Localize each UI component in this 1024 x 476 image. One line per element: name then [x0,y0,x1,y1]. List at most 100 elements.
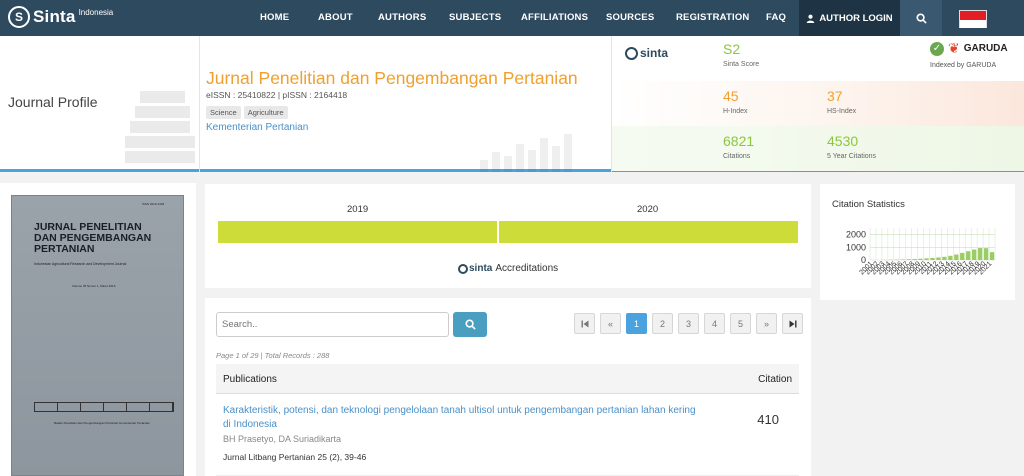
brand-country: Indonesia [78,7,114,17]
author-login-button[interactable]: AUTHOR LOGIN [799,0,900,36]
page-button-3[interactable]: 3 [678,313,699,334]
publication-venue: Jurnal Litbang Pertanian 25 (2), 39-46 [223,452,367,462]
page-button-4[interactable]: 4 [704,313,725,334]
user-icon [807,14,815,23]
accreditation-label: sinta Accreditations [458,263,558,274]
chart-bar[interactable] [930,257,935,260]
first-page-icon [581,320,588,327]
citation-column-header: Citation [758,374,792,385]
chart-y-tick-label: 1000 [846,242,866,252]
publication-authors: BH Prasetyo, DA Suriadikarta [223,434,342,444]
chart-bar[interactable] [906,259,911,260]
stats-row-score: sinta S2 Sinta Score ✓ ❦ GARUDA Indexed … [612,36,1024,81]
journal-profile-label: Journal Profile [8,94,98,110]
chart-bar[interactable] [942,256,947,260]
citations-value: 6821 [723,133,755,149]
cover-footer: Badan Penelitian dan Pengembangan Pertan… [54,421,150,425]
h-index-label: H-Index [723,108,748,115]
citation-chart: 0100020002001200220032004200520062007200… [846,228,996,276]
citation-statistics-card: Citation Statistics 0 1000 2000 2001 2002 200… [820,184,1015,300]
nav-authors[interactable]: AUTHORS [378,0,426,36]
cover-info-box [34,402,174,412]
background-chart-decoration [480,132,610,172]
nav-search-button[interactable] [900,0,942,36]
publications-table-header: Publications Citation [216,364,799,394]
accreditation-card: 2019 2020 sinta Accreditations [205,184,811,288]
accreditation-bar-2019 [218,221,497,243]
sinta-brand[interactable]: S Sinta Indonesia [8,6,113,28]
chart-bar[interactable] [918,258,923,260]
check-icon: ✓ [930,41,944,56]
last-page-button[interactable] [782,313,803,334]
prev-page-button[interactable]: « [600,313,621,334]
cover-issue: Volume 35 Nomor 1, Maret 2016 [72,284,116,288]
nav-faq[interactable]: FAQ [766,0,786,36]
sinta-score-label: Sinta Score [723,61,760,68]
publication-citation-count: 410 [757,412,779,427]
indonesia-flag-icon[interactable] [959,10,987,28]
chart-bar[interactable] [900,259,905,260]
sinta-score-value: S2 [723,41,741,57]
cover-top-text: ISSN 0216-4418 [142,202,165,206]
tag-science[interactable]: Science [206,106,241,119]
journal-stats: sinta S2 Sinta Score ✓ ❦ GARUDA Indexed … [612,36,1024,172]
chart-bar[interactable] [983,248,989,260]
publication-search-input[interactable] [216,312,449,337]
sinta-logo-icon: S [8,6,30,28]
search-icon [464,319,476,330]
cover-subtitle: Indonesian Agricultural Research and Dev… [34,262,127,266]
stats-row-index: 45 H-Index 37 HS-Index [612,81,1024,126]
header-divider [199,36,200,172]
sinta-small-logo: sinta [625,46,668,60]
accreditation-bar-2020 [499,221,798,243]
nav-registration[interactable]: REGISTRATION [676,0,749,36]
garuda-badge[interactable]: ✓ ❦ GARUDA [930,40,1008,57]
journal-publisher[interactable]: Kementerian Pertanian [206,122,308,133]
journal-cover-image: ISSN 0216-4418 JURNAL PENELITIAN DAN PEN… [11,195,184,476]
stats-row-citations: 6821 Citations 4530 5 Year Citations [612,126,1024,171]
chart-bar[interactable] [954,254,959,260]
nav-affiliations[interactable]: AFFILIATIONS [521,0,588,36]
tag-agriculture[interactable]: Agriculture [243,106,288,119]
chart-bar[interactable] [960,252,965,260]
accreditation-year-2020: 2020 [637,204,659,215]
nav-about[interactable]: ABOUT [318,0,353,36]
page-button-5[interactable]: 5 [730,313,751,334]
last-page-icon [789,320,796,327]
chart-bar[interactable] [966,251,971,260]
nav-home[interactable]: HOME [260,0,289,36]
sinta-logo-text: sinta [640,46,669,60]
chart-bar[interactable] [924,258,929,260]
books-decoration-icon [125,91,195,163]
brand-name: Sinta [33,7,76,26]
sinta-mini-text: sinta [469,263,493,274]
nav-sources[interactable]: SOURCES [606,0,654,36]
page-info: Page 1 of 29 | Total Records : 288 [216,351,330,360]
page-button-1[interactable]: 1 [626,313,647,334]
chart-y-tick-label: 2000 [846,230,866,240]
journal-header: Journal Profile Jurnal Penelitian dan Pe… [0,36,1024,172]
publication-title-link[interactable]: Karakteristik, potensi, dan teknologi pe… [223,404,703,432]
citations-label: Citations [723,153,751,160]
publication-search-button[interactable] [453,312,487,337]
chart-bar[interactable] [912,258,917,260]
publication-row: Karakteristik, potensi, dan teknologi pe… [216,394,799,476]
sinta-circle-icon [625,46,638,60]
chart-bar[interactable] [936,257,941,260]
five-year-citations-value: 4530 [827,133,859,149]
first-page-button[interactable] [574,313,595,334]
publications-card: « 1 2 3 4 5 » Page 1 of 29 | Total Recor… [205,298,811,476]
cover-title-line-3: PERTANIAN [34,243,95,255]
nav-subjects[interactable]: SUBJECTS [449,0,501,36]
page-button-2[interactable]: 2 [652,313,673,334]
accreditation-year-2019: 2019 [347,204,369,215]
chart-bar[interactable] [948,255,953,260]
next-page-button[interactable]: » [756,313,777,334]
journal-tags: Science Agriculture [206,106,288,119]
chart-bar[interactable] [971,249,977,260]
garuda-name: GARUDA [963,43,1008,54]
publications-column-header: Publications [223,374,277,385]
chart-bar[interactable] [989,252,995,260]
top-navbar: S Sinta Indonesia HOME ABOUT AUTHORS SUB… [0,0,1024,36]
chart-bar[interactable] [977,248,983,260]
